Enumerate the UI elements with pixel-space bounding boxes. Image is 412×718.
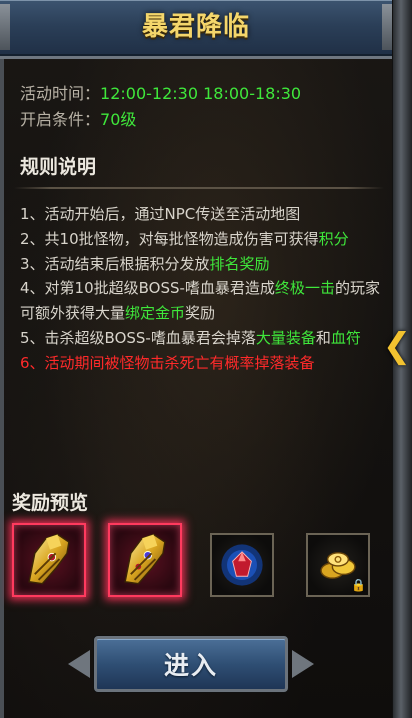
rule-5-text-b: 和: [315, 328, 331, 347]
lock-icon: 🔒: [351, 578, 366, 592]
rule-5-highlight-a: 大量装备: [255, 328, 316, 347]
rule-3-highlight: 排名奖励: [209, 254, 270, 273]
rule-4-text: 4、对第10批超级BOSS-嗜血暴君造成: [20, 279, 275, 298]
rule-4-text-c: 奖励: [185, 304, 216, 323]
open-condition-label: 开启条件：: [20, 110, 101, 129]
rule-5-highlight-b: 血符: [330, 328, 361, 347]
rule-2-text: 2、共10批怪物，对每批怪物造成伤害可获得: [20, 229, 319, 248]
header-bar: 暴君降临: [0, 0, 392, 59]
rule-2: 2、共10批怪物，对每批怪物造成伤害可获得积分: [20, 227, 380, 252]
reward-item-gem[interactable]: [210, 533, 274, 597]
rule-5-text: 5、击杀超级BOSS-嗜血暴君会掉落: [20, 328, 256, 347]
golden-gauntlet-icon: [124, 533, 166, 585]
reward-item-coins[interactable]: 🔒: [306, 533, 370, 597]
enter-button-frame: 进入: [68, 632, 314, 696]
red-gem-icon: [221, 544, 263, 586]
section-divider: [14, 187, 384, 189]
activity-time: 活动时间：12:00-12:30 18:00-18:30: [20, 80, 301, 104]
rule-3-text: 3、活动结束后根据积分发放: [20, 254, 210, 273]
rule-4: 4、对第10批超级BOSS-嗜血暴君造成终极一击的玩家可额外获得大量绑定金币奖励: [20, 276, 380, 326]
rule-5: 5、击杀超级BOSS-嗜血暴君会掉落大量装备和血符: [20, 326, 380, 351]
button-ornament-right: [292, 650, 314, 678]
rule-4-highlight-b: 一击: [304, 279, 335, 298]
reward-item-gauntlet-2[interactable]: [108, 523, 182, 597]
rule-3: 3、活动结束后根据积分发放排名奖励: [20, 252, 380, 277]
golden-gauntlet-icon: [28, 533, 70, 585]
reward-item-gauntlet-1[interactable]: [12, 523, 86, 597]
button-ornament-left: [68, 650, 90, 678]
rule-2-highlight: 积分: [318, 229, 349, 248]
rules-title: 规则说明: [20, 156, 97, 178]
open-condition-value: 70级: [100, 110, 137, 129]
page-title: 暴君降临: [141, 12, 250, 42]
rule-1: 1、活动开始后，通过NPC传送至活动地图: [20, 205, 301, 223]
reward-preview-title: 奖励预览: [12, 492, 89, 514]
activity-time-label: 活动时间：: [20, 84, 101, 103]
rule-4-highlight-c: 绑定金币: [125, 304, 186, 323]
open-condition: 开启条件：70级: [20, 106, 136, 130]
rules-list: 1、活动开始后，通过NPC传送至活动地图 2、共10批怪物，对每批怪物造成伤害可…: [20, 202, 380, 376]
activity-time-value: 12:00-12:30 18:00-18:30: [100, 84, 302, 103]
rule-6-warning: 6、活动期间被怪物击杀死亡有概率掉落装备: [20, 353, 315, 372]
rule-4-highlight-a: 终极: [274, 279, 305, 298]
enter-button[interactable]: 进入: [94, 636, 288, 692]
collapse-arrow-icon[interactable]: ❮: [383, 326, 412, 366]
